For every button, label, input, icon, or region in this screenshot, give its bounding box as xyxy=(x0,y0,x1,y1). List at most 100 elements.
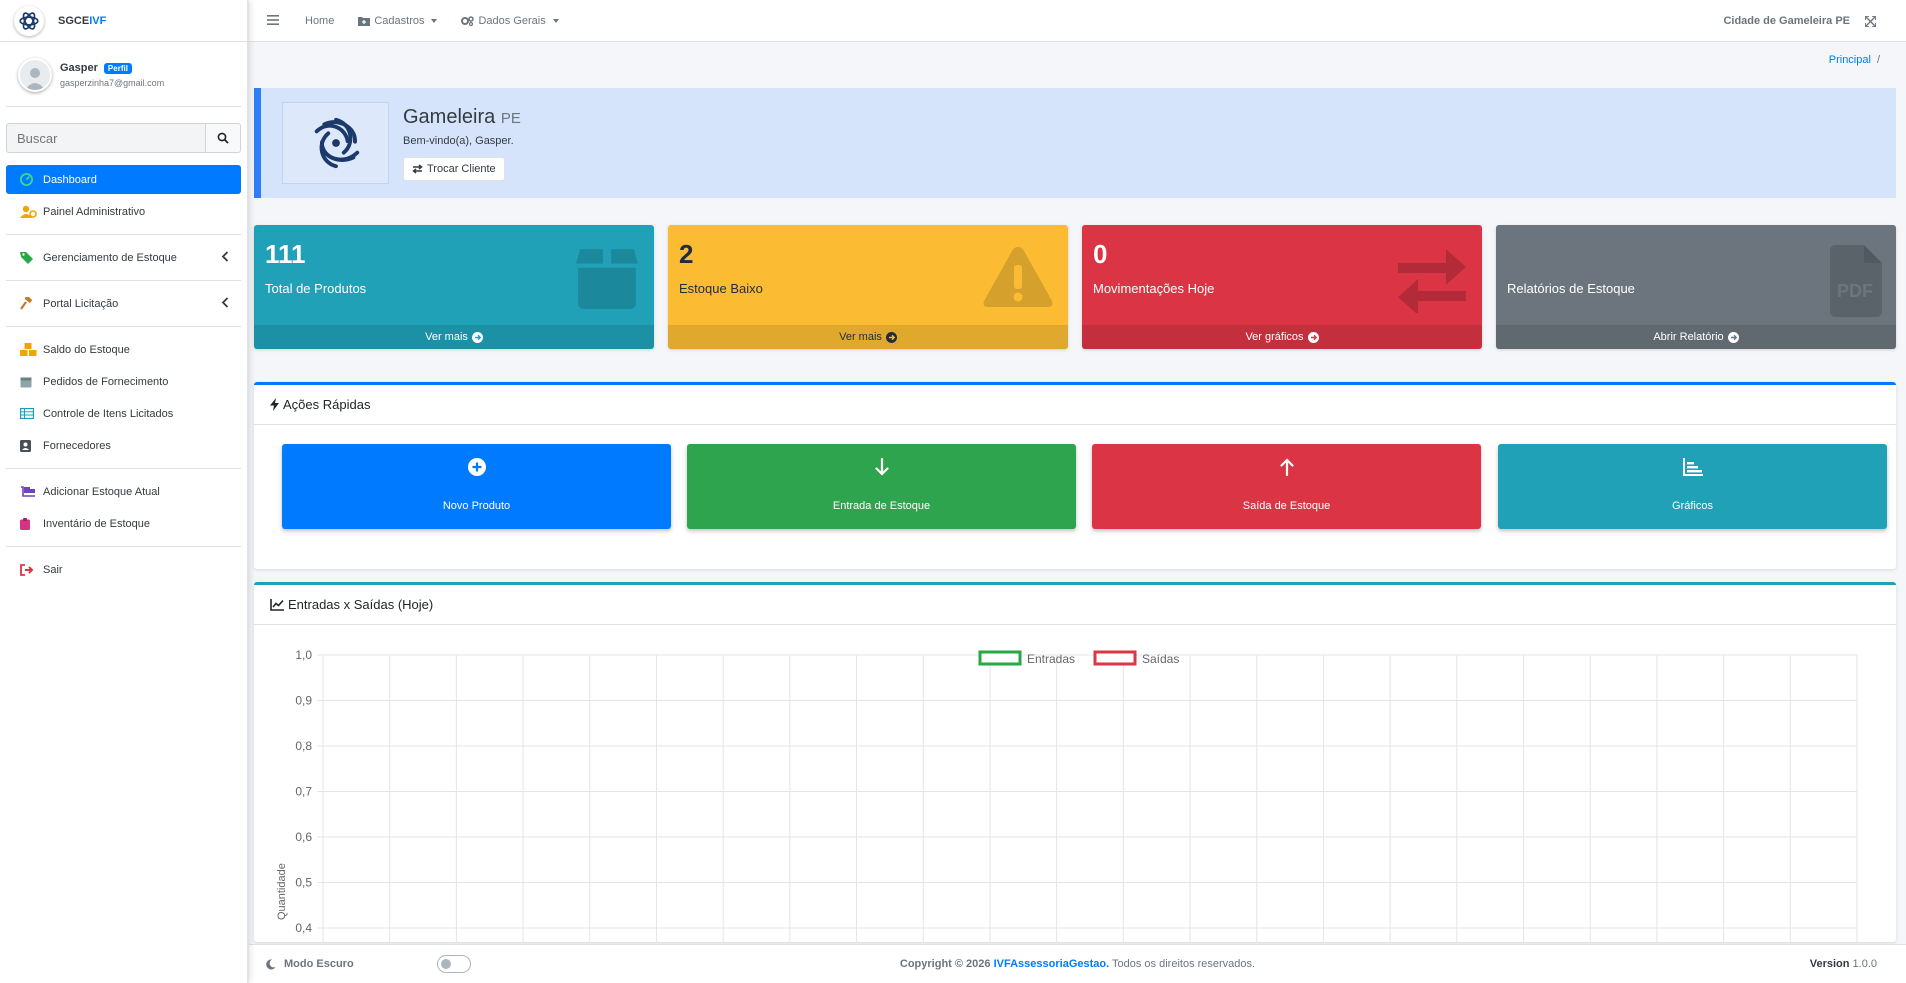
folder-plus-icon xyxy=(358,16,371,26)
stat-footer-link[interactable]: Ver mais xyxy=(668,325,1068,349)
y-tick-label: 1,0 xyxy=(295,648,312,662)
switch-client-button[interactable]: Trocar Cliente xyxy=(403,157,505,181)
client-title: Gameleira PE xyxy=(403,106,521,129)
sidebar-item-controle-itens[interactable]: Controle de Itens Licitados xyxy=(6,399,241,428)
y-tick-label: 0,9 xyxy=(295,694,312,708)
sidebar-item-label: Sair xyxy=(43,563,63,576)
stat-box-total-produtos: 111 Total de Produtos Ver mais xyxy=(254,225,654,349)
sidebar-item-saldo-estoque[interactable]: Saldo do Estoque xyxy=(6,335,241,364)
sidebar-item-portal-licitacao[interactable]: Portal Licitação xyxy=(6,289,241,318)
arrow-circle-right-icon xyxy=(1727,331,1739,343)
stat-footer-link[interactable]: Ver gráficos xyxy=(1082,325,1482,349)
card-header: Entradas x Saídas (Hoje) xyxy=(254,585,1896,625)
arrow-up-icon xyxy=(1279,458,1294,479)
calendar-icon xyxy=(20,376,40,388)
brand-logo-icon xyxy=(14,5,44,36)
divider xyxy=(6,546,241,547)
stat-footer-label: Ver mais xyxy=(425,331,468,343)
profile-badge[interactable]: Perfil xyxy=(103,62,132,74)
menu-toggle-icon[interactable] xyxy=(267,13,281,28)
company-link[interactable]: IVFAssessoriaGestao. xyxy=(994,958,1110,970)
dolly-icon xyxy=(20,485,40,498)
arrow-down-icon xyxy=(874,457,889,479)
legend-swatch xyxy=(1093,650,1137,666)
svg-text:PDF: PDF xyxy=(1837,281,1873,301)
new-product-button[interactable]: Novo Produto xyxy=(282,444,671,529)
stat-label: Total de Produtos xyxy=(265,281,367,296)
switch-client-label: Trocar Cliente xyxy=(427,163,496,175)
sidebar-item-fornecedores[interactable]: Fornecedores xyxy=(6,431,241,460)
quick-label: Saída de Estoque xyxy=(1242,500,1331,512)
welcome-text: Bem-vindo(a), Gasper. xyxy=(403,135,514,147)
sidebar: SGCEIVF Gasper Perfil gasperzinha7@gmail.… xyxy=(0,0,248,983)
stat-number: 2 xyxy=(679,239,694,269)
sidebar-item-label: Dashboard xyxy=(43,173,97,186)
pdf-icon: PDF xyxy=(1828,245,1882,320)
contact-icon xyxy=(20,439,40,452)
toggle-knob xyxy=(441,959,451,969)
box-icon xyxy=(574,245,640,314)
cogs-icon xyxy=(461,15,475,26)
stat-number: 0 xyxy=(1093,239,1108,269)
y-tick-label: 0,6 xyxy=(295,830,312,844)
search-input[interactable] xyxy=(6,123,205,153)
stock-entry-button[interactable]: Entrada de Estoque xyxy=(687,444,1076,529)
user-gear-icon xyxy=(20,205,40,218)
footer: Modo Escuro Copyright © 2026 IVFAssessor… xyxy=(249,944,1906,983)
y-tick-label: 0,8 xyxy=(295,739,312,753)
charts-button[interactable]: Gráficos xyxy=(1498,444,1887,529)
card-title: Ações Rápidas xyxy=(283,397,371,412)
stock-exit-button[interactable]: Saída de Estoque xyxy=(1092,444,1481,529)
client-banner: Gameleira PE Bem-vindo(a), Gasper. Troca… xyxy=(254,88,1896,198)
sidebar-item-adicionar-estoque[interactable]: Adicionar Estoque Atual xyxy=(6,477,241,506)
gavel-icon xyxy=(20,297,40,310)
nav-dados-gerais[interactable]: Dados Gerais xyxy=(461,15,559,27)
bar-chart-icon xyxy=(1682,458,1703,479)
moon-icon xyxy=(266,958,276,969)
y-tick-label: 0,5 xyxy=(295,876,312,890)
boxes-icon xyxy=(20,343,40,356)
entries-exits-chart-card: Entradas x Saídas (Hoje) 1,0 0,9 0,8 0,7 0,6… xyxy=(254,582,1896,942)
bolt-icon xyxy=(270,398,279,411)
sidebar-item-dashboard[interactable]: Dashboard xyxy=(6,165,241,194)
sidebar-item-gerenciamento-estoque[interactable]: Gerenciamento de Estoque xyxy=(6,243,241,272)
sidebar-item-inventario[interactable]: Inventário de Estoque xyxy=(6,509,241,538)
sidebar-item-label: Saldo do Estoque xyxy=(43,343,130,356)
divider xyxy=(6,326,241,327)
stat-box-estoque-baixo: 2 Estoque Baixo Ver mais xyxy=(668,225,1068,349)
stat-box-relatorios: Relatórios de Estoque PDF Abrir Relatóri… xyxy=(1496,225,1896,349)
client-city: Gameleira xyxy=(403,106,496,128)
plus-circle-icon xyxy=(467,458,486,479)
dark-mode-toggle[interactable] xyxy=(437,955,471,973)
sidebar-item-pedidos-fornecimento[interactable]: Pedidos de Fornecimento xyxy=(6,367,241,396)
y-axis-label: Quantidade xyxy=(276,863,288,920)
nav-cadastros[interactable]: Cadastros xyxy=(358,14,438,27)
user-panel[interactable]: Gasper Perfil gasperzinha7@gmail.com xyxy=(6,42,241,107)
breadcrumb: Principal / xyxy=(1829,54,1880,66)
nav-cadastros-label: Cadastros xyxy=(374,14,425,27)
y-tick-label: 0,7 xyxy=(295,785,312,799)
user-email: gasperzinha7@gmail.com xyxy=(60,78,165,88)
stat-footer-link[interactable]: Ver mais xyxy=(254,325,654,349)
breadcrumb-principal[interactable]: Principal xyxy=(1829,54,1871,66)
sidebar-item-label: Fornecedores xyxy=(43,439,111,452)
client-state: PE xyxy=(500,110,521,127)
client-logo-icon xyxy=(282,102,389,184)
version-label: Version xyxy=(1809,958,1850,970)
sidebar-item-sair[interactable]: Sair xyxy=(6,555,241,584)
brand[interactable]: SGCEIVF xyxy=(0,0,247,42)
sidebar-search xyxy=(6,123,241,153)
sidebar-item-label: Painel Administrativo xyxy=(43,205,146,218)
fullscreen-icon[interactable] xyxy=(1864,15,1877,30)
quick-actions-card: Ações Rápidas Novo Produto Entrada de Es… xyxy=(254,382,1896,569)
sidebar-item-label: Portal Licitação xyxy=(43,297,119,310)
breadcrumb-separator: / xyxy=(1876,54,1880,66)
clipboard-icon xyxy=(20,517,40,530)
dashboard-icon xyxy=(20,173,40,186)
legend-swatch xyxy=(978,650,1022,666)
nav-home[interactable]: Home xyxy=(305,15,334,27)
sidebar-item-painel-administrativo[interactable]: Painel Administrativo xyxy=(6,197,241,226)
stat-footer-link[interactable]: Abrir Relatório xyxy=(1496,325,1896,349)
sidebar-item-label: Controle de Itens Licitados xyxy=(43,407,174,420)
search-button[interactable] xyxy=(205,123,241,153)
